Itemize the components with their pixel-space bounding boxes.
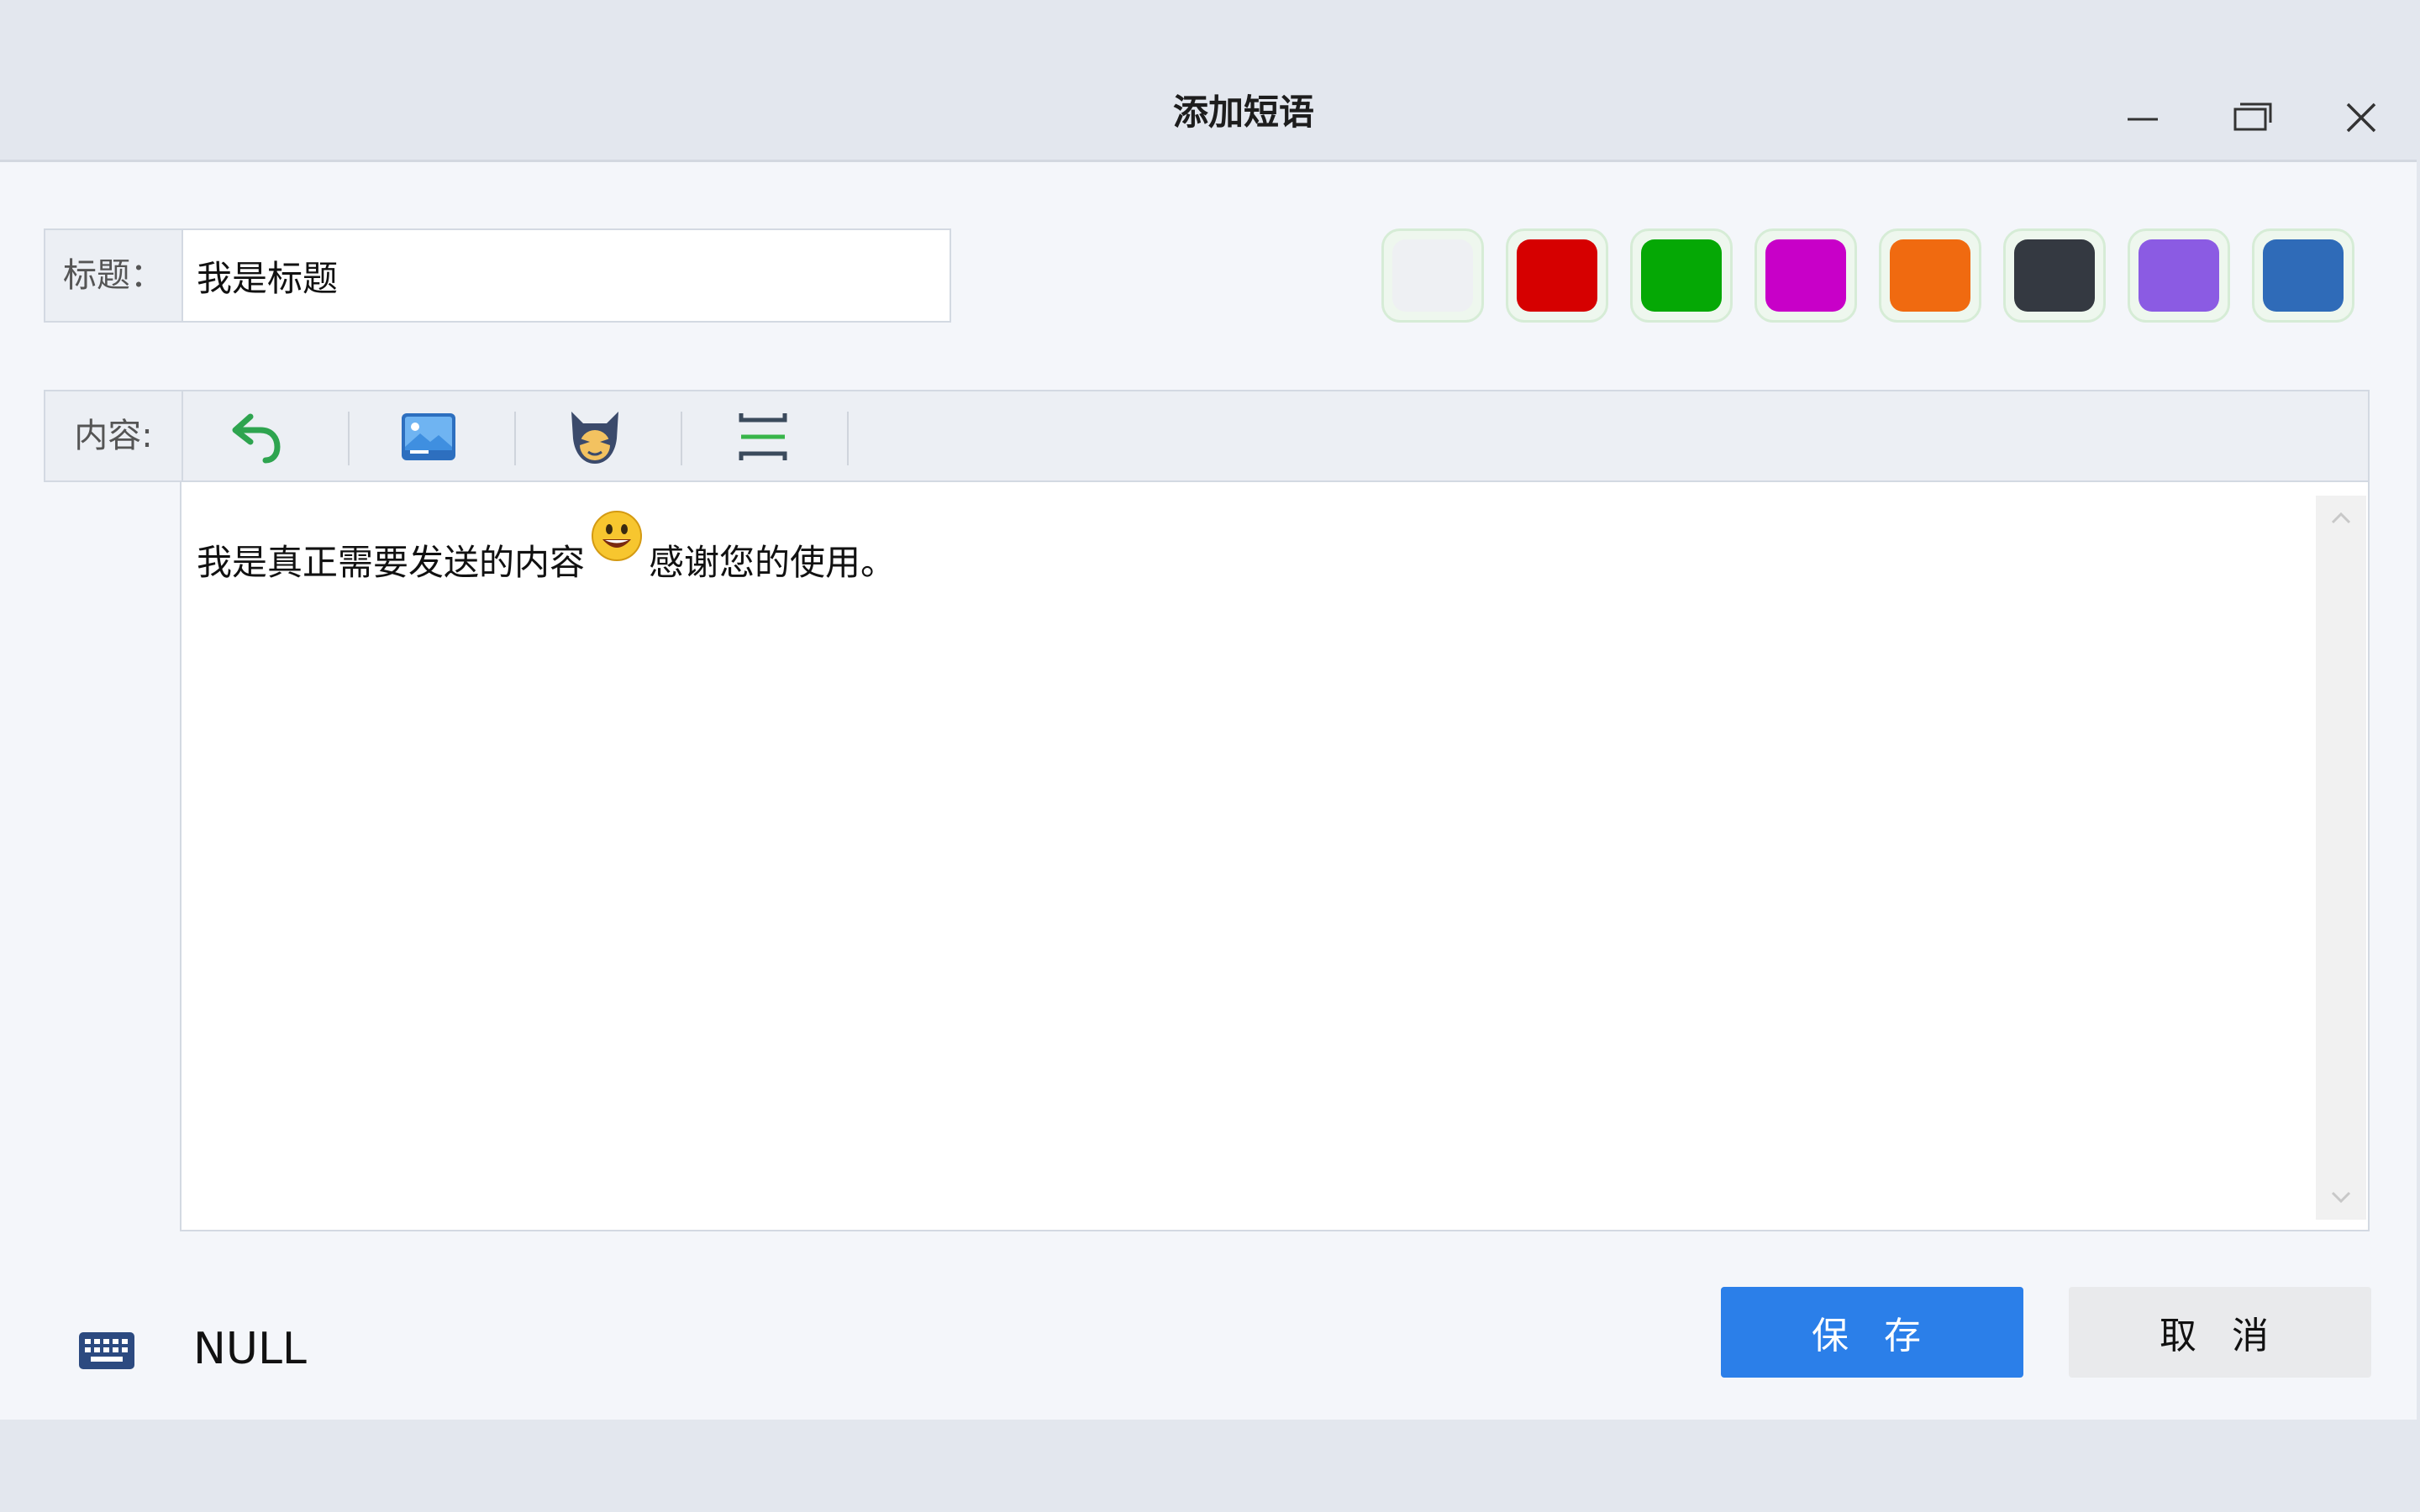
content-label: 内容: — [45, 391, 183, 480]
toolbar-divider — [681, 412, 682, 465]
color-swatch-fill — [2139, 239, 2219, 312]
color-swatch-6[interactable] — [2003, 228, 2106, 323]
title-bar: 添加短语 — [0, 0, 2417, 162]
window-title: 添加短语 — [1172, 92, 1314, 133]
insert-line-break-button[interactable] — [731, 405, 795, 469]
title-field-group: 标题： — [44, 228, 951, 323]
color-swatch-fill — [1890, 239, 1970, 312]
maximize-button[interactable] — [2227, 92, 2277, 143]
restore-icon — [2233, 102, 2272, 131]
input-method-status: NULL — [193, 1324, 307, 1374]
color-swatch-fill — [2263, 239, 2344, 312]
undo-icon — [232, 413, 281, 464]
scroll-down-icon[interactable] — [2328, 1183, 2354, 1210]
title-label: 标题： — [45, 230, 183, 321]
color-swatch-5[interactable] — [1879, 228, 1981, 323]
save-button[interactable]: 保 存 — [1721, 1287, 2023, 1378]
content-text-before: 我是真正需要发送的内容 — [197, 542, 586, 583]
content-toolbar: 内容: — [44, 390, 2370, 482]
line-break-icon — [739, 413, 787, 460]
editor-scrollbar[interactable] — [2316, 496, 2366, 1220]
color-swatch-fill — [1765, 239, 1846, 312]
color-swatch-8[interactable] — [2252, 228, 2354, 323]
add-phrase-dialog: 添加短语 标题： 内容: — [0, 0, 2417, 1420]
toolbar-divider — [847, 412, 849, 465]
undo-button[interactable] — [225, 405, 289, 469]
smiley-emoji-icon — [592, 511, 643, 561]
color-swatch-fill — [1392, 239, 1473, 312]
insert-image-button[interactable] — [397, 405, 460, 469]
color-swatch-fill — [1641, 239, 1722, 312]
color-swatch-1[interactable] — [1381, 228, 1484, 323]
title-input[interactable] — [183, 230, 946, 321]
toolbar-divider — [514, 412, 516, 465]
cancel-button[interactable]: 取 消 — [2069, 1287, 2371, 1378]
color-swatch-2[interactable] — [1506, 228, 1608, 323]
minimize-button[interactable] — [2118, 92, 2168, 143]
close-button[interactable] — [2336, 92, 2386, 143]
content-text: 我是真正需要发送的内容 感谢您的使用。 — [197, 511, 897, 585]
content-text-after: 感谢您的使用。 — [649, 542, 897, 583]
color-swatch-fill — [2014, 239, 2095, 312]
keyboard-icon[interactable] — [77, 1331, 136, 1371]
scroll-up-icon[interactable] — [2328, 506, 2354, 533]
toolbar-divider — [348, 412, 350, 465]
emoji-icon — [571, 412, 618, 464]
minimize-icon — [2128, 118, 2158, 121]
content-editor[interactable]: 我是真正需要发送的内容 感谢您的使用。 — [180, 482, 2370, 1231]
close-icon — [2346, 102, 2376, 133]
color-swatch-fill — [1517, 239, 1597, 312]
image-icon — [402, 413, 455, 460]
color-swatch-3[interactable] — [1630, 228, 1733, 323]
insert-emoji-button[interactable] — [563, 405, 627, 469]
color-swatch-7[interactable] — [2128, 228, 2230, 323]
color-swatch-4[interactable] — [1754, 228, 1857, 323]
